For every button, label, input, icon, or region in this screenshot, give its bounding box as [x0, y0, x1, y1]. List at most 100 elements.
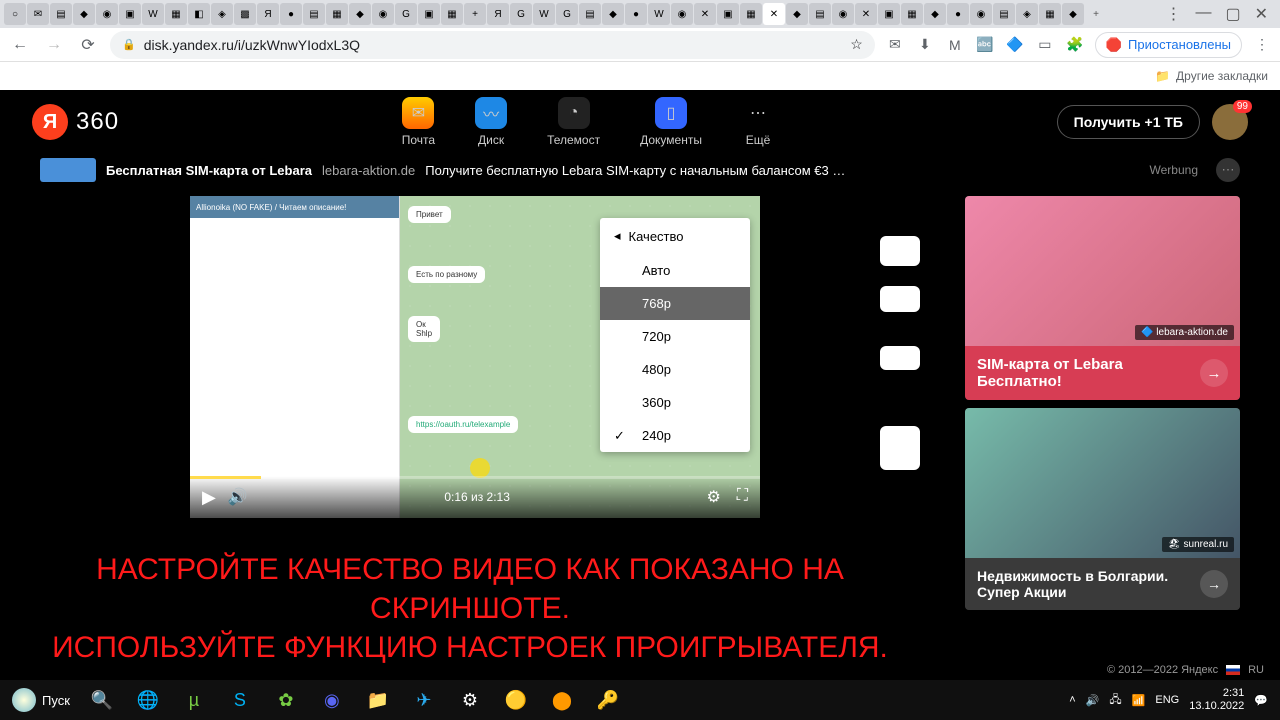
quality-option-240p[interactable]: ✓240p [600, 419, 750, 452]
app-icon[interactable]: ⬤ [542, 680, 582, 720]
key-icon[interactable]: 🔑 [588, 680, 628, 720]
ext-icon[interactable]: ✉ [885, 35, 905, 55]
ext-icon[interactable]: 🔤 [975, 35, 995, 55]
lang-label[interactable]: RU [1248, 664, 1264, 676]
browser-tab[interactable]: ▤ [50, 3, 72, 25]
url-field[interactable]: 🔒 disk.yandex.ru/i/uzkWnwYIodxL3Q ☆ [110, 31, 875, 59]
user-avatar[interactable]: 99 [1212, 104, 1248, 140]
utorrent-icon[interactable]: µ [174, 680, 214, 720]
adblock-paused-button[interactable]: 🛑 Приостановлены [1095, 32, 1242, 58]
new-tab-button[interactable]: + [1085, 3, 1107, 25]
edge-icon[interactable]: 🌐 [128, 680, 168, 720]
notifications-icon[interactable]: 💬 [1254, 694, 1268, 707]
browser-tab[interactable]: ◆ [924, 3, 946, 25]
maximize-icon[interactable]: ▢ [1225, 4, 1240, 24]
fullscreen-button[interactable]: ⛶ [737, 487, 748, 507]
browser-tab[interactable]: G [556, 3, 578, 25]
discord-icon[interactable]: ◉ [312, 680, 352, 720]
browser-tab[interactable]: ▩ [234, 3, 256, 25]
browser-tab[interactable]: ▦ [441, 3, 463, 25]
browser-tab[interactable]: ▦ [1039, 3, 1061, 25]
browser-tab[interactable]: ◈ [1016, 3, 1038, 25]
browser-tab[interactable]: ▣ [418, 3, 440, 25]
start-button[interactable]: Пуск [4, 688, 78, 712]
app-disk[interactable]: 〰Диск [475, 97, 507, 147]
app-mail[interactable]: ✉Почта [402, 97, 435, 147]
browser-tab[interactable]: ▤ [579, 3, 601, 25]
chrome-menu-icon[interactable]: ⋮ [1252, 35, 1272, 55]
browser-tab[interactable]: ◆ [602, 3, 624, 25]
browser-tab[interactable]: ✉ [27, 3, 49, 25]
search-icon[interactable]: 🔍 [82, 680, 122, 720]
top-ad-strip[interactable]: Бесплатная SIM-карта от Lebara lebara-ak… [0, 154, 1280, 186]
ext-icon[interactable]: ⬇ [915, 35, 935, 55]
quality-option-auto[interactable]: Авто [600, 254, 750, 287]
browser-tab[interactable]: ▦ [326, 3, 348, 25]
other-bookmarks-link[interactable]: Другие закладки [1176, 69, 1268, 83]
browser-tab[interactable]: ✕ [694, 3, 716, 25]
app-docs[interactable]: ▯Документы [640, 97, 702, 147]
browser-tab[interactable]: ◉ [671, 3, 693, 25]
browser-tab[interactable]: ◉ [96, 3, 118, 25]
browser-tab[interactable]: ◉ [970, 3, 992, 25]
browser-tab[interactable]: ▣ [119, 3, 141, 25]
browser-tab[interactable]: ◈ [211, 3, 233, 25]
close-icon[interactable]: ✕ [1255, 4, 1268, 24]
back-button[interactable]: ← [8, 33, 32, 57]
browser-tab[interactable]: ▤ [303, 3, 325, 25]
reload-button[interactable]: ⟳ [76, 33, 100, 57]
explorer-icon[interactable]: 📁 [358, 680, 398, 720]
browser-tab[interactable]: ▣ [878, 3, 900, 25]
browser-tab[interactable]: ● [280, 3, 302, 25]
browser-tab[interactable]: ▤ [993, 3, 1015, 25]
progress-bar[interactable] [190, 476, 760, 479]
volume-button[interactable]: 🔊 [228, 487, 248, 507]
tray-chevron-icon[interactable]: ˄ [1069, 694, 1075, 706]
browser-tab[interactable]: ● [625, 3, 647, 25]
quality-option-360p[interactable]: 360p [600, 386, 750, 419]
side-ad-1[interactable]: WERBUNG ⋮ 🔷 lebara-aktion.de SIM-карта о… [965, 196, 1240, 400]
browser-tab[interactable]: G [510, 3, 532, 25]
ad-menu-icon[interactable]: ⋯ [1216, 158, 1240, 182]
skype-icon[interactable]: S [220, 680, 260, 720]
clock[interactable]: 2:31 13.10.2022 [1189, 687, 1244, 713]
browser-tab[interactable]: + [464, 3, 486, 25]
browser-tab[interactable]: ◆ [786, 3, 808, 25]
browser-tab[interactable]: W [142, 3, 164, 25]
language-indicator[interactable]: ENG [1155, 694, 1179, 706]
settings-button[interactable]: ⚙ [706, 487, 720, 507]
browser-tab[interactable]: ◆ [1062, 3, 1084, 25]
icq-icon[interactable]: ✿ [266, 680, 306, 720]
browser-tab[interactable]: ✕ [855, 3, 877, 25]
play-button[interactable]: ▶ [202, 487, 216, 508]
browser-tab[interactable]: G [395, 3, 417, 25]
browser-tab[interactable]: Я [257, 3, 279, 25]
minimize-icon[interactable]: — [1195, 4, 1211, 24]
settings-icon[interactable]: ⚙ [450, 680, 490, 720]
browser-tab[interactable]: ◉ [832, 3, 854, 25]
network-icon[interactable]: 🖧 [1109, 691, 1121, 710]
quality-option-720p[interactable]: 720p [600, 320, 750, 353]
browser-tab[interactable]: ▦ [901, 3, 923, 25]
browser-tab[interactable]: ◧ [188, 3, 210, 25]
ext-icon[interactable]: M [945, 35, 965, 55]
yandex-logo[interactable]: Я 360 [32, 104, 119, 140]
browser-tab[interactable]: ◉ [372, 3, 394, 25]
ext-icon[interactable]: 🔷 [1005, 35, 1025, 55]
forward-button[interactable]: → [42, 33, 66, 57]
browser-tab[interactable]: ▦ [740, 3, 762, 25]
side-ad-2[interactable]: WERBUNG ⋮ 🏖 sunreal.ru Недвижимость в Бо… [965, 408, 1240, 610]
browser-tab[interactable]: W [648, 3, 670, 25]
browser-tab[interactable]: ▦ [165, 3, 187, 25]
app-telemost[interactable]: ◔Телемост [547, 97, 600, 147]
quality-option-768p[interactable]: 768p [600, 287, 750, 320]
wifi-icon[interactable]: 📶 [1132, 694, 1146, 707]
quality-menu-header[interactable]: ◂Качество [600, 218, 750, 254]
chrome-icon[interactable]: 🟡 [496, 680, 536, 720]
browser-tab[interactable]: ◆ [349, 3, 371, 25]
volume-icon[interactable]: 🔊 [1086, 694, 1100, 707]
browser-tab[interactable]: ○ [4, 3, 26, 25]
browser-tab[interactable]: ◆ [73, 3, 95, 25]
browser-tab[interactable]: ▣ [717, 3, 739, 25]
telegram-icon[interactable]: ✈ [404, 680, 444, 720]
